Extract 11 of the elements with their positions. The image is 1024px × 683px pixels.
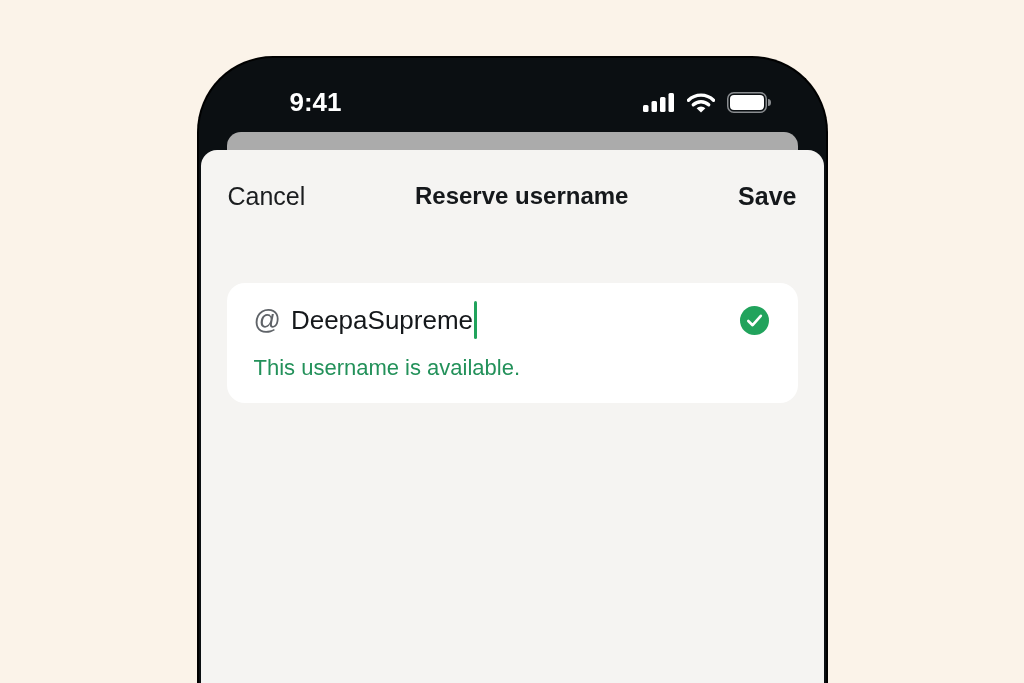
username-field[interactable]: @ DeepaSupreme This username is available. bbox=[226, 283, 798, 403]
signal-icon bbox=[642, 93, 675, 112]
wifi-icon bbox=[686, 92, 715, 113]
at-sign-label: @ bbox=[253, 304, 281, 336]
availability-message: This username is available. bbox=[253, 354, 522, 382]
save-button[interactable]: Save bbox=[738, 180, 797, 212]
sheet-title: Reserve username bbox=[415, 181, 629, 211]
cancel-button[interactable]: Cancel bbox=[227, 180, 306, 212]
status-time: 9:41 bbox=[289, 86, 342, 118]
battery-icon bbox=[726, 92, 771, 113]
username-value: DeepaSupreme bbox=[290, 304, 474, 336]
